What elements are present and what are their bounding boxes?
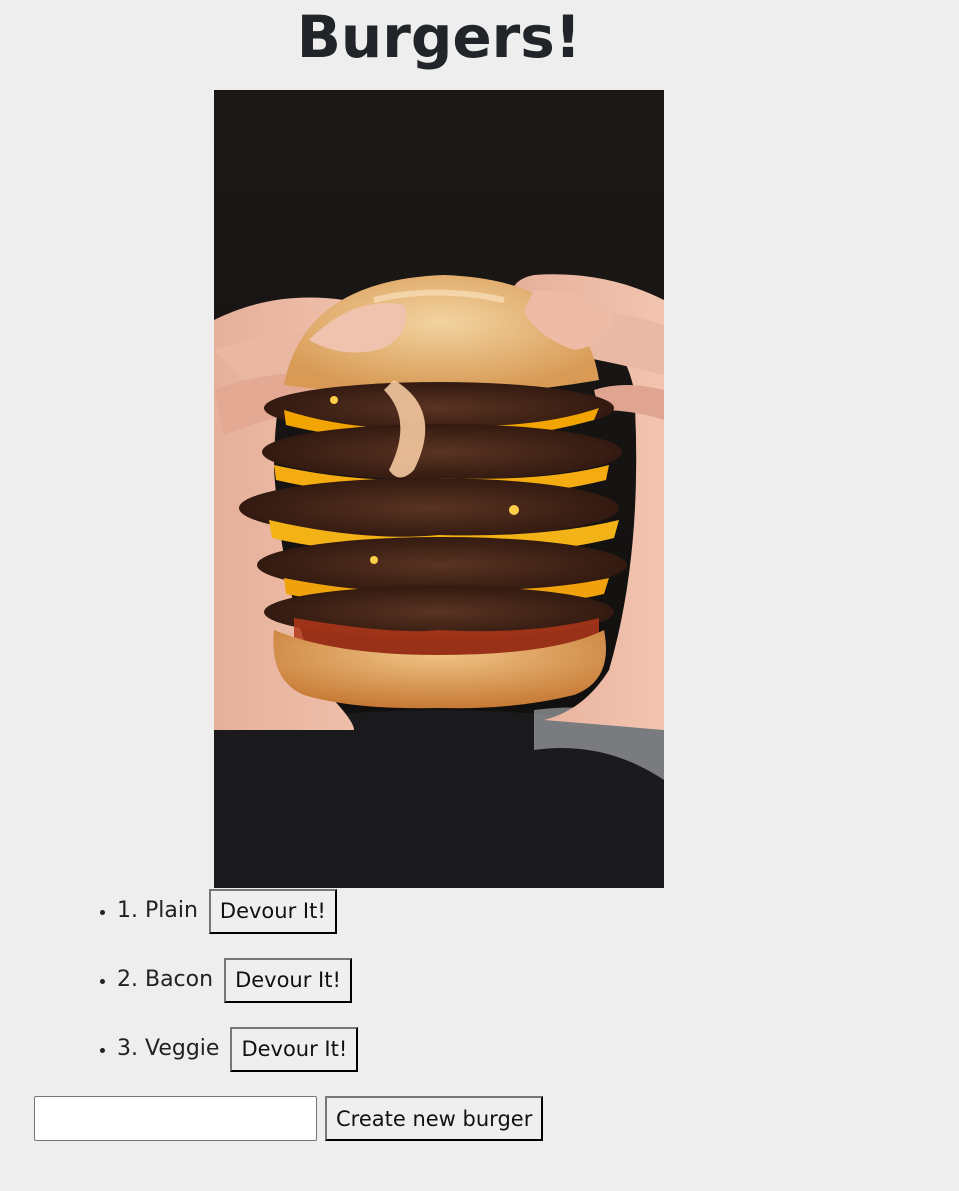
burger-name: 2. Bacon: [117, 967, 214, 992]
list-item: 1. Plain Devour It!: [117, 888, 817, 934]
list-item: 3. Veggie Devour It!: [117, 1026, 817, 1072]
page-title: Burgers!: [296, 3, 582, 71]
devour-button[interactable]: Devour It!: [230, 1026, 359, 1072]
devour-button[interactable]: Devour It!: [224, 957, 352, 1003]
new-burger-form: Create new burger: [34, 1096, 544, 1141]
burger-photo: [214, 90, 664, 888]
burger-list: 1. Plain Devour It! 2. Bacon Devour It! …: [0, 888, 817, 1095]
burger-name: 1. Plain: [117, 898, 198, 923]
create-burger-button[interactable]: Create new burger: [325, 1096, 544, 1141]
burger-photo-illustration: [214, 90, 664, 888]
devour-button[interactable]: Devour It!: [208, 888, 337, 934]
burger-name: 3. Veggie: [117, 1036, 220, 1061]
page: Burgers! • 1. Plain Devour It! • 2. Baco…: [0, 0, 959, 1191]
burger-name-input[interactable]: [34, 1096, 317, 1141]
list-item: 2. Bacon Devour It!: [117, 957, 817, 1003]
